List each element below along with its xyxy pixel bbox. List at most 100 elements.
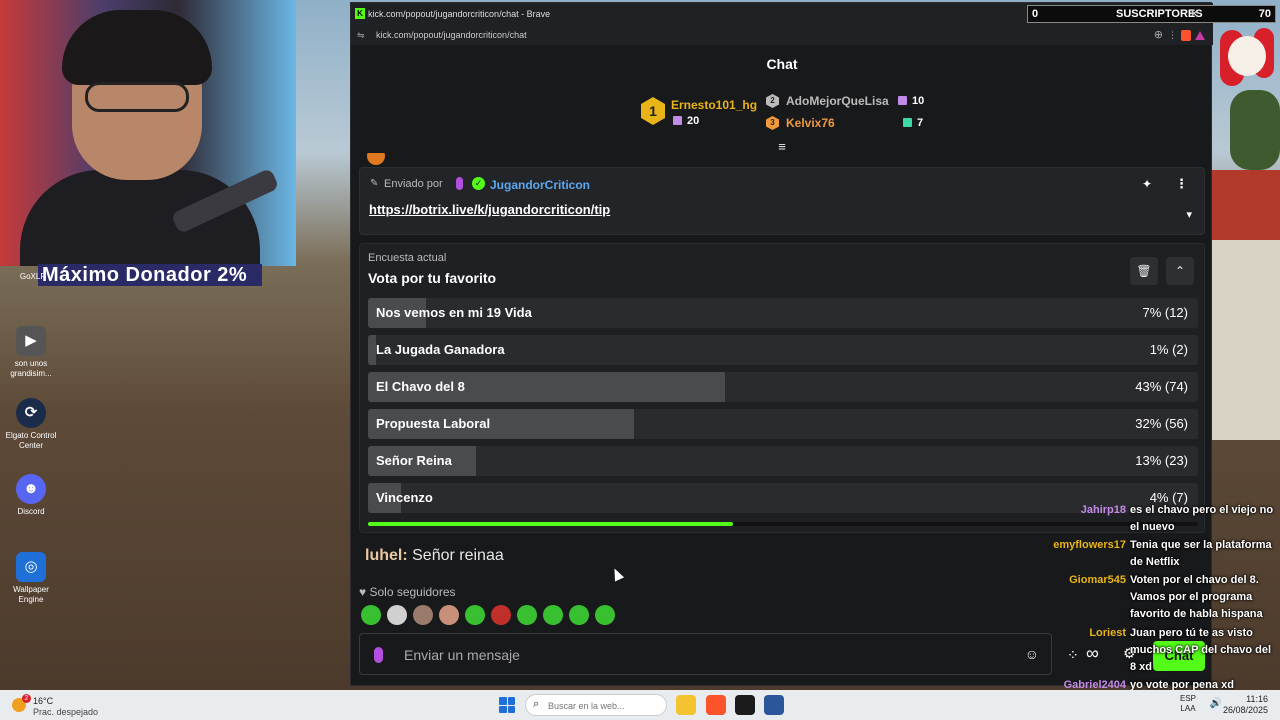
- poll-panel: Encuesta actual Vota por tu favorito 🗑 ⌃…: [359, 243, 1205, 533]
- emote-icon[interactable]: [543, 605, 563, 625]
- leaderboard-count-1: 20: [687, 115, 700, 127]
- subscriber-label: SUSCRIPTORES: [1116, 8, 1203, 20]
- desktop-icon-goxlr[interactable]: GoXLR: [2, 272, 64, 282]
- brave-rewards-icon[interactable]: [1195, 31, 1205, 40]
- background-house-wall: [1210, 240, 1280, 440]
- broadcaster-badge-icon: [456, 177, 463, 190]
- address-bar[interactable]: ⇋ kick.com/popout/jugandorcriticon/chat …: [351, 25, 1213, 45]
- chevron-down-icon[interactable]: ▾: [1186, 208, 1192, 221]
- poll-option[interactable]: Señor Reina 13% (23): [368, 446, 1198, 476]
- collapse-leaderboard-icon[interactable]: ≡: [774, 140, 790, 153]
- pinned-sent-by-label: Enviado por: [384, 178, 443, 190]
- microphone-icon[interactable]: [374, 647, 383, 663]
- wallpaper-engine-icon: ◎: [16, 552, 46, 582]
- zoom-icon[interactable]: ⊕: [1154, 25, 1163, 45]
- leaderboard-name-1[interactable]: Ernesto101_hg: [671, 98, 757, 112]
- more-options-icon[interactable]: ⋮: [1168, 25, 1177, 45]
- overlay-chat-text: yo vote por pena xd: [1130, 679, 1234, 690]
- chat-text: Señor reinaa: [412, 547, 504, 564]
- taskbar-clock[interactable]: 11:16 26/08/2025: [1223, 694, 1268, 716]
- poll-option-result: 32% (56): [1135, 416, 1188, 431]
- webcam-person-glasses: [85, 82, 189, 112]
- brave-browser-icon[interactable]: [706, 695, 726, 715]
- emote-icon[interactable]: [361, 605, 381, 625]
- desktop-icon-label: GoXLR: [19, 272, 47, 281]
- overlay-chat-username: Jahirp18: [1080, 504, 1126, 516]
- emote-icon[interactable]: [439, 605, 459, 625]
- word-icon[interactable]: [764, 695, 784, 715]
- desktop-icon-wallpaper-engine[interactable]: ◎ Wallpaper Engine: [0, 552, 62, 605]
- poll-option-result: 43% (74): [1135, 379, 1188, 394]
- chat-header: Chat: [766, 56, 798, 72]
- webcam-feed: [0, 0, 296, 266]
- emote-icon[interactable]: [517, 605, 537, 625]
- pinned-message: ✎ Enviado por ✓ JugandorCriticon https:/…: [359, 167, 1205, 235]
- poll-option[interactable]: La Jugada Ganadora 1% (2): [368, 335, 1198, 365]
- poll-option-result: 1% (2): [1149, 342, 1188, 357]
- emote-icon[interactable]: [491, 605, 511, 625]
- elgato-icon: ⟳: [16, 398, 46, 428]
- brave-shields-icon[interactable]: [1181, 30, 1191, 41]
- chat-username[interactable]: luhel:: [365, 547, 408, 564]
- emote-icon[interactable]: [387, 605, 407, 625]
- pinned-link[interactable]: https://botrix.live/k/jugandorcriticon/t…: [369, 202, 610, 217]
- heart-icon: ♥: [359, 585, 367, 599]
- unpin-icon[interactable]: ✦: [1142, 177, 1152, 191]
- poll-option-result: 7% (12): [1142, 305, 1188, 320]
- volume-icon[interactable]: 🔊: [1210, 698, 1222, 709]
- gift-icon: [673, 116, 682, 125]
- weather-notification-badge: 2: [22, 694, 31, 703]
- window-title: kick.com/popout/jugandorcriticon/chat - …: [368, 9, 551, 19]
- poll-option[interactable]: El Chavo del 8 43% (74): [368, 372, 1198, 402]
- language-code: ESP: [1179, 694, 1196, 703]
- poll-option[interactable]: Propuesta Laboral 32% (56): [368, 409, 1198, 439]
- message-input[interactable]: [404, 642, 1004, 668]
- emote-icon[interactable]: [595, 605, 615, 625]
- gift-leaderboard: 1 Ernesto101_hg 20 2 AdoMejorQueLisa 10 …: [351, 83, 1213, 153]
- overlay-chat-username: Giomar545: [1069, 574, 1126, 586]
- poll-option-result: 13% (23): [1135, 453, 1188, 468]
- desktop-icon-elgato[interactable]: ⟳ Elgato Control Center: [0, 398, 62, 451]
- background-tree: [1230, 90, 1280, 170]
- rank-2-badge-icon: 2: [766, 94, 779, 108]
- emote-icon[interactable]: [569, 605, 589, 625]
- desktop-icon-label: Elgato Control Center: [5, 431, 57, 450]
- poll-option-label: Señor Reina: [376, 453, 452, 468]
- overlay-chat-text: Voten por el chavo del 8. Vamos por el p…: [1130, 574, 1263, 620]
- leaderboard-name-3[interactable]: Kelvix76: [786, 116, 835, 130]
- emote-icon[interactable]: [413, 605, 433, 625]
- emote-icon[interactable]: [465, 605, 485, 625]
- pinned-sender-name[interactable]: JugandorCriticon: [490, 178, 590, 192]
- windows-start-button[interactable]: [499, 697, 515, 713]
- mascot-character: [1214, 24, 1278, 96]
- language-indicator[interactable]: ESP LAA: [1180, 694, 1196, 714]
- kick-app-icon[interactable]: [735, 695, 755, 715]
- kick-logo-icon: K: [355, 8, 365, 19]
- subscriber-current: 0: [1032, 8, 1039, 20]
- poll-caption: Encuesta actual: [368, 252, 447, 264]
- leaderboard-count-3: 7: [917, 117, 924, 129]
- subscriber-goal: 70: [1258, 8, 1271, 20]
- pinned-more-icon[interactable]: ⋮: [1175, 176, 1188, 192]
- delete-poll-icon[interactable]: 🗑: [1130, 257, 1158, 285]
- desktop-icon-label: son unos grandisim...: [10, 359, 52, 378]
- taskbar-search-input[interactable]: [548, 699, 660, 713]
- subscriber-goal-bar: 0 SUSCRIPTORES × 70: [1027, 5, 1276, 23]
- file-explorer-icon[interactable]: [676, 695, 696, 715]
- url-text[interactable]: kick.com/popout/jugandorcriticon/chat: [376, 25, 527, 45]
- chevron-up-icon[interactable]: ⌃: [1166, 257, 1194, 285]
- desktop-icon-discord[interactable]: ☻ Discord: [0, 474, 62, 517]
- desktop-icon-video[interactable]: ▶ son unos grandisim...: [0, 326, 62, 379]
- background-roof: [1210, 170, 1280, 240]
- leaderboard-name-2[interactable]: AdoMejorQueLisa: [786, 94, 889, 108]
- chat-message: luhel: Señor reinaa: [365, 547, 504, 565]
- webcam-person-hair: [62, 10, 212, 85]
- site-settings-icon[interactable]: ⇋: [357, 25, 365, 45]
- taskbar-search[interactable]: ⌕: [525, 694, 667, 716]
- pin-icon: ✎: [370, 178, 379, 189]
- poll-option-label: Vincenzo: [376, 490, 433, 505]
- message-input-box[interactable]: ☺: [359, 633, 1052, 675]
- overlay-chat-username: emyflowers17: [1053, 539, 1126, 551]
- poll-option[interactable]: Nos vemos en mi 19 Vida 7% (12): [368, 298, 1198, 328]
- video-thumbnail-icon: ▶: [16, 326, 46, 356]
